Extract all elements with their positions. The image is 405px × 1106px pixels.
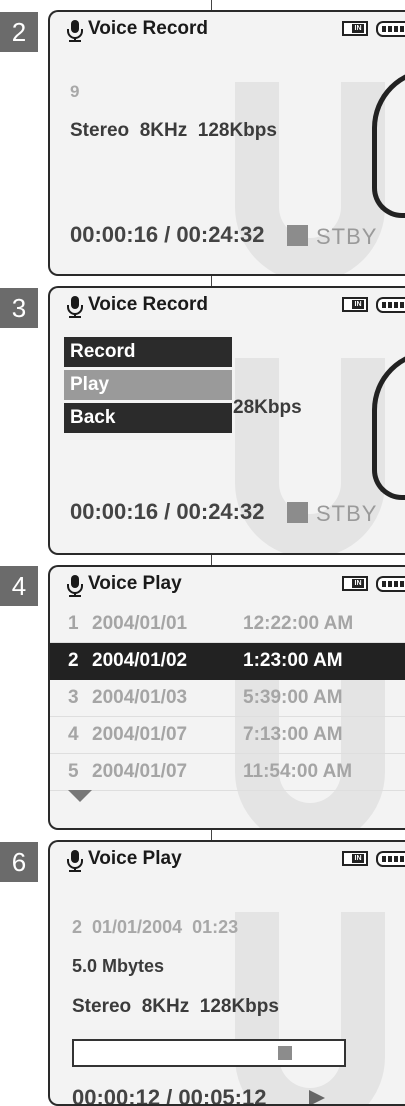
battery-icon — [376, 21, 405, 37]
microphone-icon — [67, 20, 83, 42]
status-label: STBY — [316, 501, 378, 526]
screen-title: Voice Record — [88, 294, 209, 315]
step-badge: 4 — [0, 566, 38, 606]
battery-icon — [376, 851, 405, 867]
time-counter: 00:00:16 / 00:24:32 — [70, 222, 265, 247]
list-item[interactable]: 1 2004/01/01 12:22:00 AM — [50, 606, 405, 643]
progress-bar[interactable] — [72, 1039, 346, 1067]
step-badge: 2 — [0, 12, 38, 52]
input-source-icon: IN — [342, 21, 368, 36]
menu-item-back[interactable]: Back — [64, 403, 232, 433]
input-source-icon: IN — [342, 851, 368, 866]
stop-icon — [287, 225, 308, 246]
menu-item-play[interactable]: Play — [64, 370, 232, 400]
time-counter: 00:00:12 / 00:05:12 — [72, 1085, 267, 1106]
voice-play-screen: Voice Play IN 2 01/01/2004 01:23 5.0 Mby… — [48, 840, 405, 1106]
audio-info: Stereo 8KHz 128Kbps — [70, 120, 277, 141]
title-bar: Voice Play IN — [50, 842, 405, 878]
status-label: STBY — [316, 224, 378, 249]
file-size: 5.0 Mbytes — [72, 956, 165, 976]
progress-knob[interactable] — [278, 1046, 292, 1060]
menu-item-record[interactable]: Record — [64, 337, 232, 367]
microphone-icon — [67, 575, 83, 597]
input-source-icon: IN — [342, 297, 368, 312]
voice-play-list-screen: Voice Play IN 1 2004/01/01 12:22:00 AM 2… — [48, 565, 405, 830]
title-bar: Voice Record IN — [50, 288, 405, 324]
list-item[interactable]: 2 2004/01/02 1:23:00 AM — [50, 643, 405, 680]
title-bar: Voice Play IN — [50, 567, 405, 603]
voice-record-screen: Voice Record IN 9 Stereo 8KHz 128Kbps 00… — [48, 10, 405, 276]
list-item[interactable]: 4 2004/01/07 7:13:00 AM — [50, 717, 405, 754]
screen-title: Voice Play — [88, 848, 182, 869]
list-item[interactable]: 5 2004/01/07 11:54:00 AM — [50, 754, 405, 791]
audio-info: Stereo 8KHz 128Kbps — [72, 996, 279, 1017]
time-counter: 00:00:16 / 00:24:32 — [70, 499, 265, 524]
list-item[interactable]: 3 2004/01/03 5:39:00 AM — [50, 680, 405, 717]
stop-icon — [287, 502, 308, 523]
play-icon — [309, 1090, 325, 1104]
file-info: 2 01/01/2004 01:23 — [72, 917, 239, 937]
scroll-down-icon[interactable] — [68, 790, 92, 802]
microphone-icon — [67, 296, 83, 318]
battery-icon — [376, 576, 405, 592]
step-badge: 3 — [0, 288, 38, 328]
file-number: 9 — [70, 82, 80, 101]
step-badge: 6 — [0, 842, 38, 882]
screen-title: Voice Record — [88, 18, 209, 39]
option-menu: Record Play Back — [64, 337, 232, 436]
voice-record-menu-screen: Voice Record IN 28Kbps Record Play Back … — [48, 286, 405, 555]
battery-icon — [376, 297, 405, 313]
audio-info-partial: 28Kbps — [233, 397, 302, 418]
screen-title: Voice Play — [88, 573, 182, 594]
title-bar: Voice Record IN — [50, 12, 405, 48]
microphone-icon — [67, 850, 83, 872]
input-source-icon: IN — [342, 576, 368, 591]
